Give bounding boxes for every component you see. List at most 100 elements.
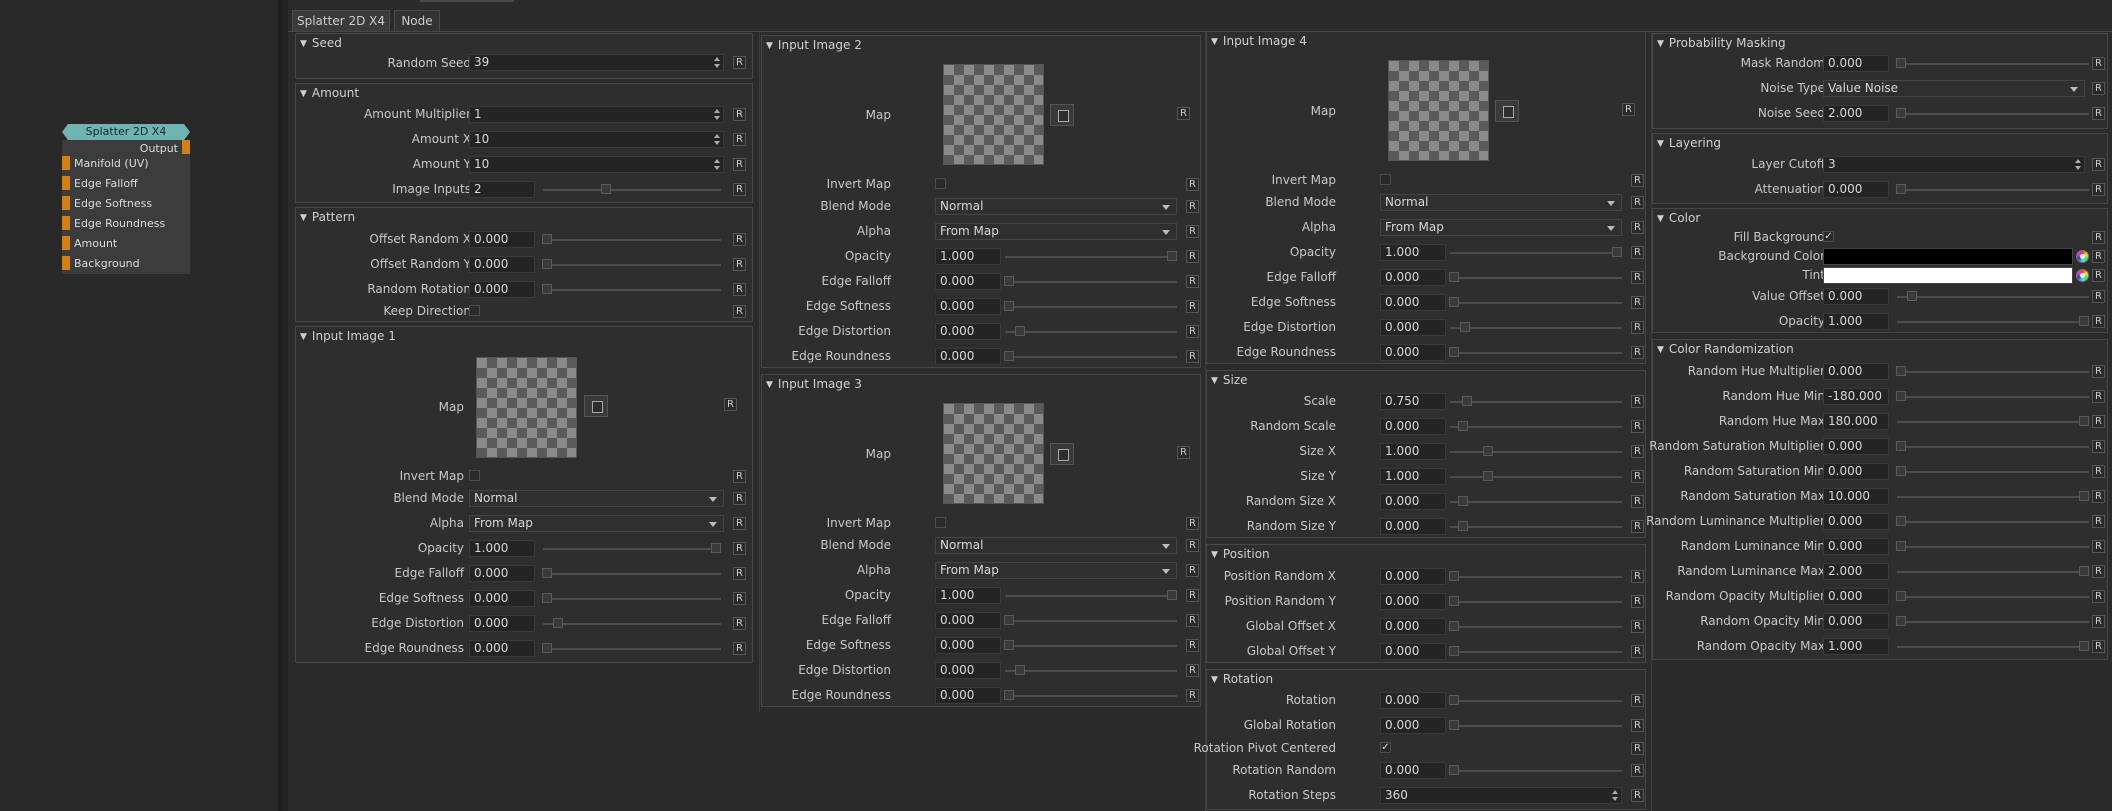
spin-arrows[interactable]	[713, 108, 722, 121]
edge-distortion-field[interactable]: 0.000	[1380, 319, 1446, 336]
value-offset-field[interactable]: 0.000	[1823, 288, 1889, 305]
edge-softness-slider[interactable]	[1004, 301, 1177, 311]
color-rand-field[interactable]: 0.000	[1823, 613, 1889, 630]
input-port-edge-roundness[interactable]	[62, 216, 70, 230]
slider-handle[interactable]	[1449, 347, 1459, 357]
offset-random-y-field[interactable]: 0.000	[469, 256, 535, 273]
section-title[interactable]: Rotation	[1211, 672, 1273, 686]
position-random-x-slider[interactable]	[1449, 571, 1622, 581]
alpha-dropdown[interactable]: From Map	[469, 515, 724, 532]
slider-handle[interactable]	[1460, 322, 1470, 332]
edge-falloff-slider[interactable]	[1449, 272, 1622, 282]
slider-handle[interactable]	[1896, 616, 1906, 626]
offset-random-x-slider[interactable]	[542, 234, 721, 244]
image-inputs-slider[interactable]	[543, 184, 721, 194]
random-rotation-slider[interactable]	[542, 284, 721, 294]
color-rand-slider[interactable]	[1897, 491, 2089, 501]
slider-handle[interactable]	[1458, 521, 1468, 531]
reset-button[interactable]: R	[1186, 300, 1199, 313]
global-rotation-field[interactable]: 0.000	[1380, 717, 1446, 734]
section-title[interactable]: Color	[1657, 211, 1700, 225]
color-rand-field[interactable]: 0.000	[1823, 538, 1889, 555]
global-offset-x-slider[interactable]	[1449, 621, 1622, 631]
reset-button[interactable]: R	[2092, 565, 2105, 578]
color-rand-slider[interactable]	[1896, 441, 2089, 451]
edge-softness-slider[interactable]	[542, 593, 721, 603]
slider-handle[interactable]	[1896, 541, 1906, 551]
edge-distortion-field[interactable]: 0.000	[935, 662, 1001, 679]
opacity-slider[interactable]	[543, 543, 721, 553]
reset-button[interactable]: R	[1631, 789, 1644, 802]
reset-button[interactable]: R	[2092, 490, 2105, 503]
opacity-slider[interactable]	[1005, 590, 1177, 600]
attenuation-slider[interactable]	[1896, 184, 2089, 194]
slider-handle[interactable]	[1449, 765, 1459, 775]
slider-handle[interactable]	[711, 543, 721, 553]
alpha-dropdown[interactable]: From Map	[935, 223, 1177, 240]
blend-mode-dropdown[interactable]: Normal	[469, 490, 724, 507]
mask-random-slider[interactable]	[1896, 58, 2089, 68]
reset-button[interactable]: R	[1631, 271, 1644, 284]
reset-button[interactable]: R	[2092, 365, 2105, 378]
slider-handle[interactable]	[1896, 591, 1906, 601]
section-title[interactable]: Probability Masking	[1657, 36, 1786, 50]
color-rand-slider[interactable]	[1896, 366, 2089, 376]
reset-button[interactable]: R	[1186, 350, 1199, 363]
edge-distortion-slider[interactable]	[543, 618, 721, 628]
reset-button[interactable]: R	[2092, 250, 2105, 263]
slider-handle[interactable]	[1896, 366, 1906, 376]
color-picker-icon[interactable]	[2076, 269, 2089, 282]
scale-slider[interactable]	[1450, 396, 1622, 406]
reset-button[interactable]: R	[733, 542, 746, 555]
reset-button[interactable]: R	[1186, 200, 1199, 213]
edge-falloff-field[interactable]: 0.000	[1380, 269, 1446, 286]
section-title[interactable]: Input Image 4	[1211, 34, 1307, 48]
reset-button[interactable]: R	[733, 56, 746, 69]
section-title[interactable]: Position	[1211, 547, 1270, 561]
input-port-background[interactable]	[62, 256, 70, 270]
slider-handle[interactable]	[1167, 251, 1177, 261]
reset-button[interactable]: R	[1186, 589, 1199, 602]
spin-arrows[interactable]	[1611, 789, 1620, 802]
edge-softness-field[interactable]: 0.000	[1380, 294, 1446, 311]
slider-handle[interactable]	[1449, 297, 1459, 307]
size-y-slider[interactable]	[1450, 471, 1622, 481]
reset-button[interactable]: R	[1631, 595, 1644, 608]
position-random-y-field[interactable]: 0.000	[1380, 593, 1446, 610]
image-inputs-field[interactable]: 2	[469, 181, 535, 198]
reset-button[interactable]: R	[2092, 440, 2105, 453]
opacity-field[interactable]: 1.000	[935, 587, 1001, 604]
tint-swatch[interactable]	[1823, 267, 2073, 284]
reset-button[interactable]: R	[1186, 664, 1199, 677]
noise-type-dropdown[interactable]: Value Noise	[1823, 80, 2085, 97]
reset-button[interactable]: R	[1186, 689, 1199, 702]
color-rand-field[interactable]: 10.000	[1823, 488, 1889, 505]
edge-falloff-field[interactable]: 0.000	[935, 612, 1001, 629]
edge-falloff-field[interactable]: 0.000	[469, 565, 535, 582]
rotation-slider[interactable]	[1449, 695, 1622, 705]
reset-button[interactable]: R	[2092, 315, 2105, 328]
slider-handle[interactable]	[1896, 58, 1906, 68]
spin-arrows[interactable]	[713, 133, 722, 146]
global-offset-y-field[interactable]: 0.000	[1380, 643, 1446, 660]
reset-button[interactable]: R	[2092, 82, 2105, 95]
output-port[interactable]	[182, 140, 190, 154]
position-random-y-slider[interactable]	[1449, 596, 1622, 606]
edge-falloff-slider[interactable]	[1004, 615, 1177, 625]
edge-roundness-slider[interactable]	[1004, 690, 1177, 700]
invert-map-checkbox[interactable]	[935, 517, 946, 528]
map-preview[interactable]	[943, 64, 1044, 165]
reset-button[interactable]: R	[1186, 275, 1199, 288]
size-x-slider[interactable]	[1450, 446, 1622, 456]
reset-button[interactable]: R	[1186, 539, 1199, 552]
input-port-amount[interactable]	[62, 236, 70, 250]
reset-button[interactable]: R	[733, 492, 746, 505]
reset-button[interactable]: R	[733, 305, 746, 318]
slider-handle[interactable]	[1015, 665, 1025, 675]
position-random-x-field[interactable]: 0.000	[1380, 568, 1446, 585]
spin-arrows[interactable]	[2074, 158, 2083, 171]
reset-button[interactable]: R	[733, 567, 746, 580]
global-rotation-slider[interactable]	[1449, 720, 1622, 730]
color-rand-field[interactable]: 0.000	[1823, 438, 1889, 455]
edge-falloff-slider[interactable]	[542, 568, 721, 578]
